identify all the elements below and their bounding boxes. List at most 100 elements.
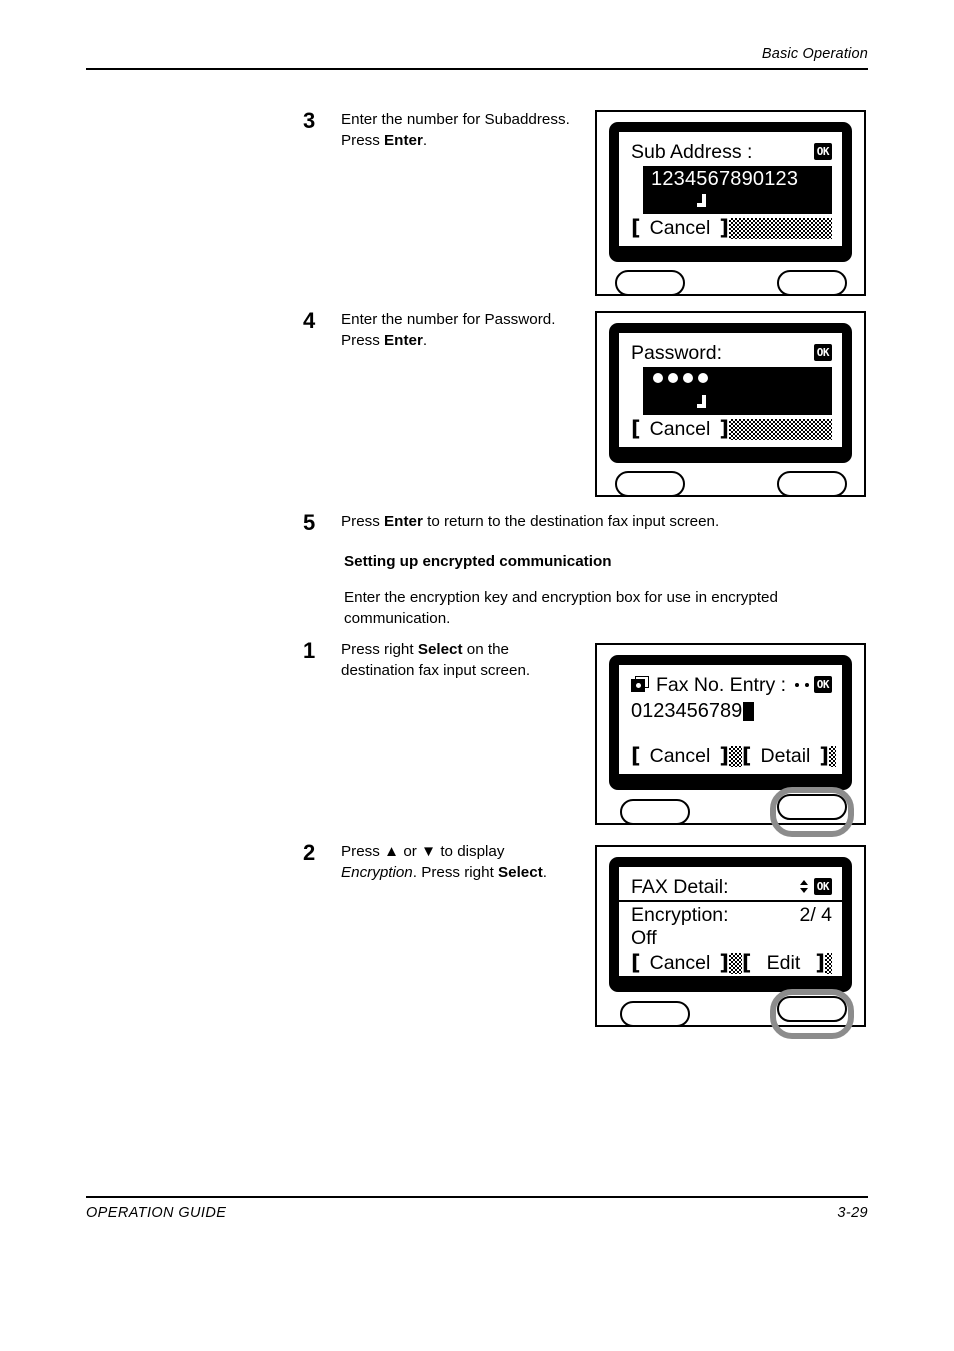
- device-panel-sub-address: Sub Address : OK 1234567890123 [ Cancel …: [595, 110, 866, 296]
- left-select-key[interactable]: [619, 799, 690, 825]
- step-3-line2-a: Press: [341, 131, 385, 149]
- right-select-key-wrap-highlighted[interactable]: [769, 787, 854, 837]
- detail-page-counter: 2/ 4: [799, 904, 832, 926]
- scroll-up-arrow-icon: [799, 880, 808, 885]
- step-2-menu-encryption: Encryption: [341, 863, 413, 881]
- left-select-key-wrap[interactable]: [603, 459, 697, 509]
- softkey-detail-label: Detail: [760, 744, 811, 767]
- softkey-cancel-label: Cancel: [649, 951, 711, 974]
- softkey-trailing-dither: [825, 952, 832, 974]
- right-select-key-wrap[interactable]: [765, 258, 859, 308]
- softkey-cancel[interactable]: [ Cancel ]: [631, 950, 729, 975]
- step-4-key-enter: Enter: [384, 331, 423, 349]
- softkey-cancel[interactable]: [ Cancel ]: [631, 743, 729, 768]
- right-select-key-wrap[interactable]: [765, 459, 859, 509]
- right-select-key[interactable]: [776, 270, 847, 296]
- softkey-edit[interactable]: [ Edit ]: [741, 950, 825, 975]
- left-select-key-wrap[interactable]: [603, 258, 697, 308]
- step-3-line2-c: .: [422, 131, 428, 149]
- device-key-row-sub-address: [597, 258, 864, 308]
- ok-badge-icon: OK: [813, 676, 832, 693]
- header-section-title: Basic Operation: [761, 46, 868, 62]
- bracket-left-icon: [: [631, 950, 641, 975]
- softkey-detail[interactable]: [ Detail ]: [741, 743, 829, 768]
- bracket-left-icon: [: [741, 743, 752, 768]
- step-3-number: 3: [303, 108, 316, 133]
- text-cursor-icon: [697, 395, 706, 408]
- lcd-title-row: Sub Address : OK: [631, 138, 832, 165]
- detail-setting-row[interactable]: Encryption: 2/ 4: [631, 902, 832, 927]
- right-select-key[interactable]: [776, 471, 847, 497]
- step-1-number: 1: [303, 638, 316, 663]
- softkey-edit-label: Edit: [766, 951, 801, 974]
- step-2-key-select: Select: [498, 863, 543, 881]
- step-1: 1 Press right Select on the destination …: [303, 640, 578, 681]
- softkey-empty-dither: [728, 418, 832, 440]
- softkey-cancel-label: Cancel: [649, 744, 711, 767]
- footer-guide-label: OPERATION GUIDE: [86, 1205, 227, 1221]
- detail-setting-label: Encryption:: [631, 904, 729, 926]
- right-select-key-wrap-highlighted[interactable]: [769, 989, 854, 1039]
- softkey-bar-fax-detail: [ Cancel ] [ Edit ]: [631, 950, 832, 976]
- bracket-right-icon: ]: [815, 950, 825, 975]
- lcd-bezel-password: Password: OK [ Cancel ]: [609, 323, 852, 463]
- left-select-key-wrap[interactable]: [608, 989, 702, 1039]
- footer-page-number: 3-29: [837, 1205, 868, 1221]
- password-dot-icon: [653, 373, 663, 383]
- lcd-screen-fax-detail: FAX Detail: OK Encryption: 2/ 4 Off [ Ca…: [619, 867, 842, 976]
- fax-number-entry-field[interactable]: 0123456789: [631, 698, 832, 723]
- softkey-cancel-label: Cancel: [649, 417, 711, 440]
- softkey-bar-sub-address: [ Cancel ]: [631, 215, 832, 241]
- step-2-line1-b: or: [399, 843, 422, 860]
- bracket-left-icon: [: [741, 950, 752, 975]
- step-5: 5 Press Enter to return to the destinati…: [303, 512, 863, 534]
- step-5-key-enter: Enter: [384, 513, 423, 530]
- step-1-line1-c: on the: [462, 641, 510, 658]
- right-select-key[interactable]: [776, 794, 847, 820]
- lcd-title-row: Fax No. Entry : OK: [631, 671, 832, 698]
- step-1-text: Press right Select on the destination fa…: [341, 640, 530, 681]
- bracket-right-icon: ]: [719, 950, 729, 975]
- lcd-screen-fax-no-entry: Fax No. Entry : OK 0123456789 [ Cancel ]: [619, 665, 842, 774]
- right-select-key[interactable]: [776, 996, 847, 1022]
- softkey-empty-dither: [728, 217, 832, 239]
- ok-badge-icon: OK: [813, 878, 832, 895]
- bracket-right-icon: ]: [719, 743, 729, 768]
- step-2-line1-c: to display: [436, 843, 505, 860]
- step-4: 4 Enter the number for Password. Press E…: [303, 310, 578, 351]
- left-select-key[interactable]: [614, 270, 685, 296]
- softkey-cancel[interactable]: [ Cancel ]: [631, 216, 729, 239]
- entry-value-sub-address: 1234567890123: [651, 168, 799, 190]
- softkey-cancel-label: Cancel: [649, 216, 711, 239]
- lcd-title-password: Password:: [631, 341, 723, 364]
- step-4-line1: Enter the number for Password.: [341, 311, 556, 328]
- step-3: 3 Enter the number for Subaddress. Press…: [303, 110, 578, 151]
- device-key-row-password: [597, 459, 864, 509]
- lcd-bezel-fax-detail: FAX Detail: OK Encryption: 2/ 4 Off [ Ca…: [609, 857, 852, 992]
- step-2: 2 Press ▲ or ▼ to display Encryption. Pr…: [303, 842, 578, 883]
- fax-number-value: 0123456789: [631, 700, 743, 722]
- lcd-title-fax-detail: FAX Detail:: [631, 875, 729, 898]
- left-select-key[interactable]: [614, 471, 685, 497]
- device-panel-fax-no-entry: Fax No. Entry : OK 0123456789 [ Cancel ]: [595, 643, 866, 837]
- subsection-heading: Setting up encrypted communication: [344, 553, 612, 570]
- step-2-number: 2: [303, 840, 316, 865]
- ok-badge-icon: OK: [813, 344, 832, 361]
- step-3-line1: Enter the number for Subaddress.: [341, 111, 570, 128]
- page-footer: OPERATION GUIDE 3-29: [86, 1196, 868, 1221]
- softkey-cancel[interactable]: [ Cancel ]: [631, 417, 729, 440]
- left-select-key[interactable]: [619, 1001, 690, 1027]
- entry-field-sub-address[interactable]: 1234567890123: [643, 166, 832, 214]
- password-dot-icon: [668, 373, 678, 383]
- ok-badge-icon: OK: [813, 143, 832, 160]
- masked-password-dots: [643, 367, 832, 383]
- device-key-row-fax-no-entry: [597, 787, 864, 837]
- step-4-number: 4: [303, 308, 316, 333]
- bracket-left-icon: [: [631, 743, 641, 768]
- entry-field-password[interactable]: [643, 367, 832, 415]
- status-dot-icon: [804, 682, 809, 687]
- left-select-key-wrap[interactable]: [608, 787, 702, 837]
- lcd-spacer: [631, 723, 832, 743]
- step-2-text: Press ▲ or ▼ to display Encryption. Pres…: [341, 842, 547, 883]
- step-2-line2-d: .: [542, 863, 547, 881]
